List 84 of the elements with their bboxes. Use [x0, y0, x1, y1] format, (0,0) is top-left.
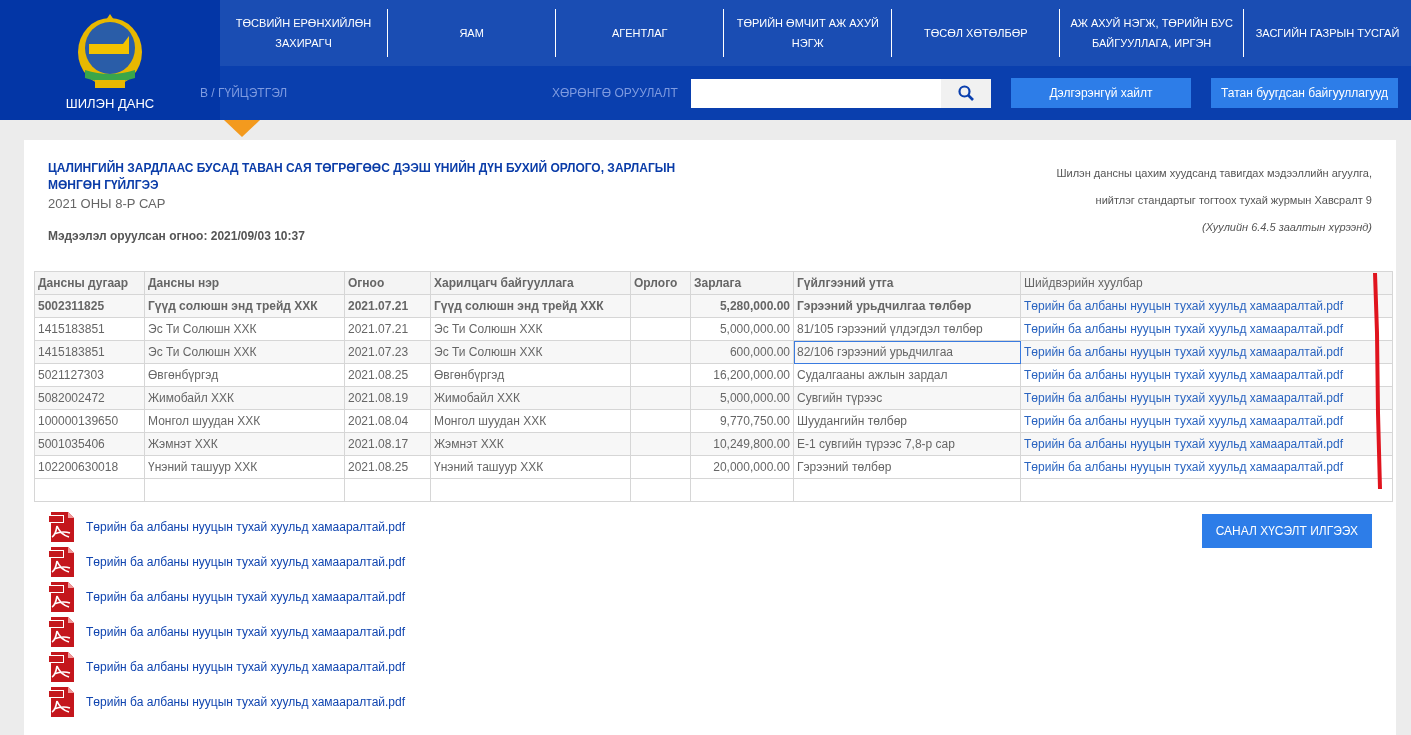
table-cell: Судалгааны ажлын зардал — [793, 363, 1021, 387]
column-header: Шийдвэрийн хуулбар — [1020, 271, 1393, 295]
table-cell: Өвгөнбүргэд — [144, 363, 345, 387]
table-cell: 2021.08.25 — [344, 455, 431, 479]
column-header: Харилцагч байгууллага — [430, 271, 631, 295]
table-cell: 81/105 гэрээний үлдэгдэл төлбөр — [793, 317, 1021, 341]
pdf-icon — [48, 582, 76, 612]
advanced-search-button[interactable]: Дэлгэрэнгүй хайлт — [1011, 78, 1191, 108]
report-period: 2021 ОНЫ 8-Р САР — [48, 196, 167, 211]
law-reference: (Хуулийн 6.4.5 заалтын хүрээнд) — [1201, 220, 1372, 235]
table-cell: 1415183851 — [34, 340, 145, 364]
table-cell: 5001035406 — [34, 432, 145, 456]
pdf-link[interactable]: Төрийн ба албаны нууцын тухай хуульд хамааралтай.pdf — [86, 660, 406, 674]
feedback-button[interactable]: САНАЛ ХҮСЭЛТ ИЛГЭЭХ — [1201, 514, 1372, 548]
pdf-link[interactable]: Төрийн ба албаны нууцын тухай хуульд хамааралтай.pdf — [86, 695, 406, 709]
pdf-link[interactable]: Төрийн ба албаны нууцын тухай хуульд хамааралтай.pdf — [86, 520, 406, 534]
table-cell: 9,770,750.00 — [690, 409, 794, 433]
nav-link[interactable]: ЗАСГИЙН ГАЗРЫН ТУСГАЙ — [1242, 9, 1411, 57]
logo-label[interactable]: ШИЛЭН ДАНС — [65, 95, 155, 111]
table-cell: Жимобайл ХХК — [144, 386, 345, 410]
table-cell: 16,200,000.00 — [690, 363, 794, 387]
table-cell: Сувгийн түрээс — [793, 386, 1021, 410]
pdf-icon — [48, 617, 76, 647]
table-cell: 5082002472 — [34, 386, 145, 410]
table-cell: Монгол шуудан ХХК — [430, 409, 631, 433]
table-cell: 5002311825 — [34, 294, 145, 318]
nav-link[interactable]: ТӨСӨЛ ХӨТӨЛБӨР — [891, 9, 1060, 57]
updated-date: Мэдээлэл оруулсан огноо: 2021/09/03 10:37 — [48, 229, 306, 243]
column-header: Дансны дугаар — [34, 271, 145, 295]
table-cell: 5,000,000.00 — [690, 317, 794, 341]
table-cell: Эс Ти Солюшн ХХК — [144, 340, 345, 364]
background-text: ХӨРӨНГӨ ОРУУЛАЛТ — [552, 86, 678, 100]
table-cell: Үнэний ташуур ХХК — [430, 455, 631, 479]
pdf-link[interactable]: Төрийн ба албаны нууцын тухай хуульд хамааралтай.pdf — [86, 625, 406, 639]
regulation-note: нийтлэг стандартыг тогтоох тухай журмын Хавсралт 9 — [1094, 193, 1372, 208]
pdf-icon — [48, 547, 76, 577]
table-cell: 20,000,000.00 — [690, 455, 794, 479]
pdf-icon — [48, 687, 76, 717]
background-text: В / ГҮЙЦЭТГЭЛ — [200, 86, 288, 100]
table-cell: Е-1 сувгийн түрээс 7,8-р сар — [793, 432, 1021, 456]
nav-link[interactable]: АГЕНТЛАГ — [555, 9, 724, 57]
table-cell: 2021.08.25 — [344, 363, 431, 387]
table-cell: Өвгөнбүргэд — [430, 363, 631, 387]
column-header: Огноо — [344, 271, 431, 295]
column-header: Зарлага — [690, 271, 794, 295]
table-cell: Жэмнэт ХХК — [430, 432, 631, 456]
table-cell: Эс Ти Солюшн ХХК — [144, 317, 345, 341]
dissolved-organizations-button[interactable]: Татан буугдсан байгууллагууд — [1211, 78, 1399, 108]
column-header: Гүйлгээний утга — [793, 271, 1021, 295]
table-cell: 2021.08.04 — [344, 409, 431, 433]
report-title: ЦАЛИНГИЙН ЗАРДЛААС БУСАД ТАВАН САЯ ТӨГРӨГӨӨС ДЭЭШ ҮНИЙН ДҮН БУХИЙ ОРЛОГО, ЗАРЛАГЫН МӨНГӨН ГҮЙЛГЭЭ — [48, 160, 677, 194]
table-cell: 5021127303 — [34, 363, 145, 387]
table-cell: Монгол шуудан ХХК — [144, 409, 345, 433]
table-cell — [630, 363, 691, 387]
table-cell: Жимобайл ХХК — [430, 386, 631, 410]
table-cell: Гүүд солюшн энд трейд ХХК — [144, 294, 345, 318]
pdf-link[interactable]: Төрийн ба албаны нууцын тухай хуульд хамааралтай.pdf — [86, 555, 406, 569]
table-cell: Жэмнэт ХХК — [144, 432, 345, 456]
table-cell: Гэрээний төлбөр — [793, 455, 1021, 479]
table-cell — [630, 409, 691, 433]
column-header: Орлого — [630, 271, 691, 295]
nav-link[interactable]: АЖ АХУЙ НЭГЖ, ТӨРИЙН БУС БАЙГУУЛЛАГА, ИРГЭН — [1059, 9, 1243, 57]
table-cell: Үнэний ташуур ХХК — [144, 455, 345, 479]
table-cell: Шуудангийн төлбөр — [793, 409, 1021, 433]
pdf-link[interactable]: Төрийн ба албаны нууцын тухай хуульд хамааралтай.pdf — [86, 590, 406, 604]
table-cell: Эс Ти Солюшн ХХК — [430, 317, 631, 341]
table-cell: 2021.07.21 — [344, 317, 431, 341]
search-icon — [958, 85, 974, 101]
table-cell: Гэрээний урьдчилгаа төлбөр — [793, 294, 1021, 318]
table-cell: Эс Ти Солюшн ХХК — [430, 340, 631, 364]
pdf-icon — [48, 512, 76, 542]
search-button[interactable] — [941, 78, 991, 108]
table-cell — [630, 317, 691, 341]
table-cell: 100000139650 — [34, 409, 145, 433]
column-header: Дансны нэр — [144, 271, 345, 295]
table-cell: 82/106 гэрээний урьдчилгаа — [793, 340, 1021, 364]
table-cell: Гүүд солюшн энд трейд ХХК — [430, 294, 631, 318]
regulation-note: Шилэн дансны цахим хуудсанд тавигдах мэдээллийн агуулга, — [1056, 166, 1372, 181]
table-cell: 102200630018 — [34, 455, 145, 479]
nav-link[interactable]: ЯАМ — [387, 9, 556, 57]
search-field[interactable] — [691, 78, 991, 108]
nav-link[interactable]: ТӨРИЙН ӨМЧИТ АЖ АХУЙ НЭГЖ — [723, 9, 892, 57]
table-cell: 1415183851 — [34, 317, 145, 341]
pdf-icon — [48, 652, 76, 682]
